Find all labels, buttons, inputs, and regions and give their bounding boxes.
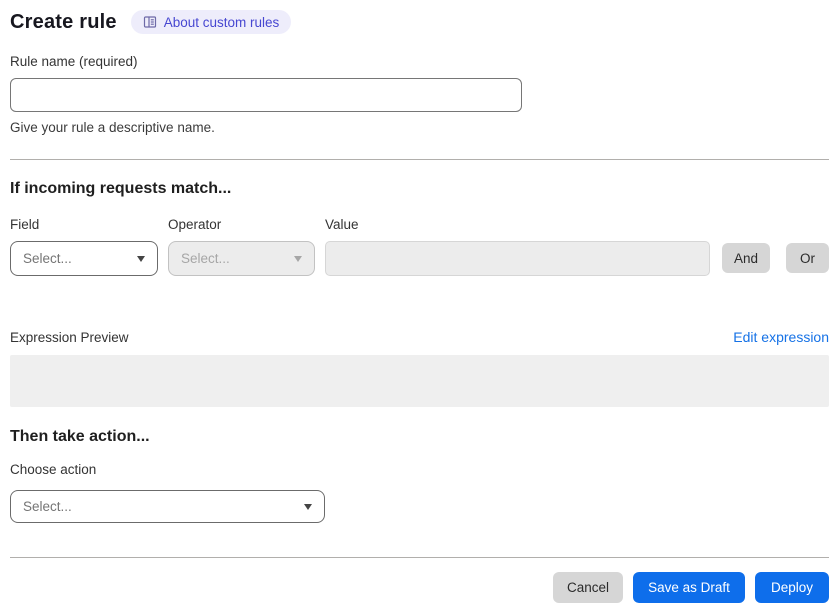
and-button[interactable]: And xyxy=(722,243,770,273)
rule-name-input[interactable] xyxy=(10,78,522,112)
action-select-value: Select... xyxy=(23,499,72,514)
deploy-button[interactable]: Deploy xyxy=(755,572,829,603)
expression-preview-label: Expression Preview xyxy=(10,330,129,345)
operator-label: Operator xyxy=(168,217,222,232)
value-input xyxy=(325,241,710,276)
save-as-draft-button[interactable]: Save as Draft xyxy=(633,572,745,603)
operator-select: Select... xyxy=(168,241,315,276)
operator-select-value: Select... xyxy=(181,251,230,266)
caret-down-icon xyxy=(304,503,312,510)
section-divider xyxy=(10,159,829,160)
action-select[interactable]: Select... xyxy=(10,490,325,523)
caret-down-icon xyxy=(294,255,302,262)
footer-divider xyxy=(10,557,829,558)
edit-expression-link[interactable]: Edit expression xyxy=(733,329,829,345)
footer-actions: Cancel Save as Draft Deploy xyxy=(10,572,829,603)
field-column: Field Select... xyxy=(10,216,158,276)
or-button[interactable]: Or xyxy=(786,243,829,273)
rule-name-label: Rule name (required) xyxy=(10,54,138,69)
condition-row: Field Select... Operator Select... Value… xyxy=(10,216,829,276)
page-header: Create rule About custom rules xyxy=(10,10,829,34)
choose-action-label: Choose action xyxy=(10,462,97,477)
page-title: Create rule xyxy=(10,10,117,33)
field-select-value: Select... xyxy=(23,251,72,266)
action-section-heading: Then take action... xyxy=(10,428,150,445)
match-section-heading: If incoming requests match... xyxy=(10,180,232,197)
value-column: Value xyxy=(325,216,710,276)
operator-column: Operator Select... xyxy=(168,216,315,276)
caret-down-icon xyxy=(137,255,145,262)
rule-name-helper: Give your rule a descriptive name. xyxy=(10,120,215,135)
cancel-button[interactable]: Cancel xyxy=(553,572,623,603)
about-custom-rules-link[interactable]: About custom rules xyxy=(130,10,292,34)
field-label: Field xyxy=(10,217,40,232)
field-select[interactable]: Select... xyxy=(10,241,158,276)
value-label: Value xyxy=(325,217,359,232)
create-rule-page: Create rule About custom rules Rule name… xyxy=(0,0,839,603)
expression-preview-box xyxy=(10,355,829,407)
book-icon xyxy=(143,15,157,29)
expression-preview-row: Expression Preview Edit expression xyxy=(10,329,829,345)
about-custom-rules-label: About custom rules xyxy=(163,14,280,30)
